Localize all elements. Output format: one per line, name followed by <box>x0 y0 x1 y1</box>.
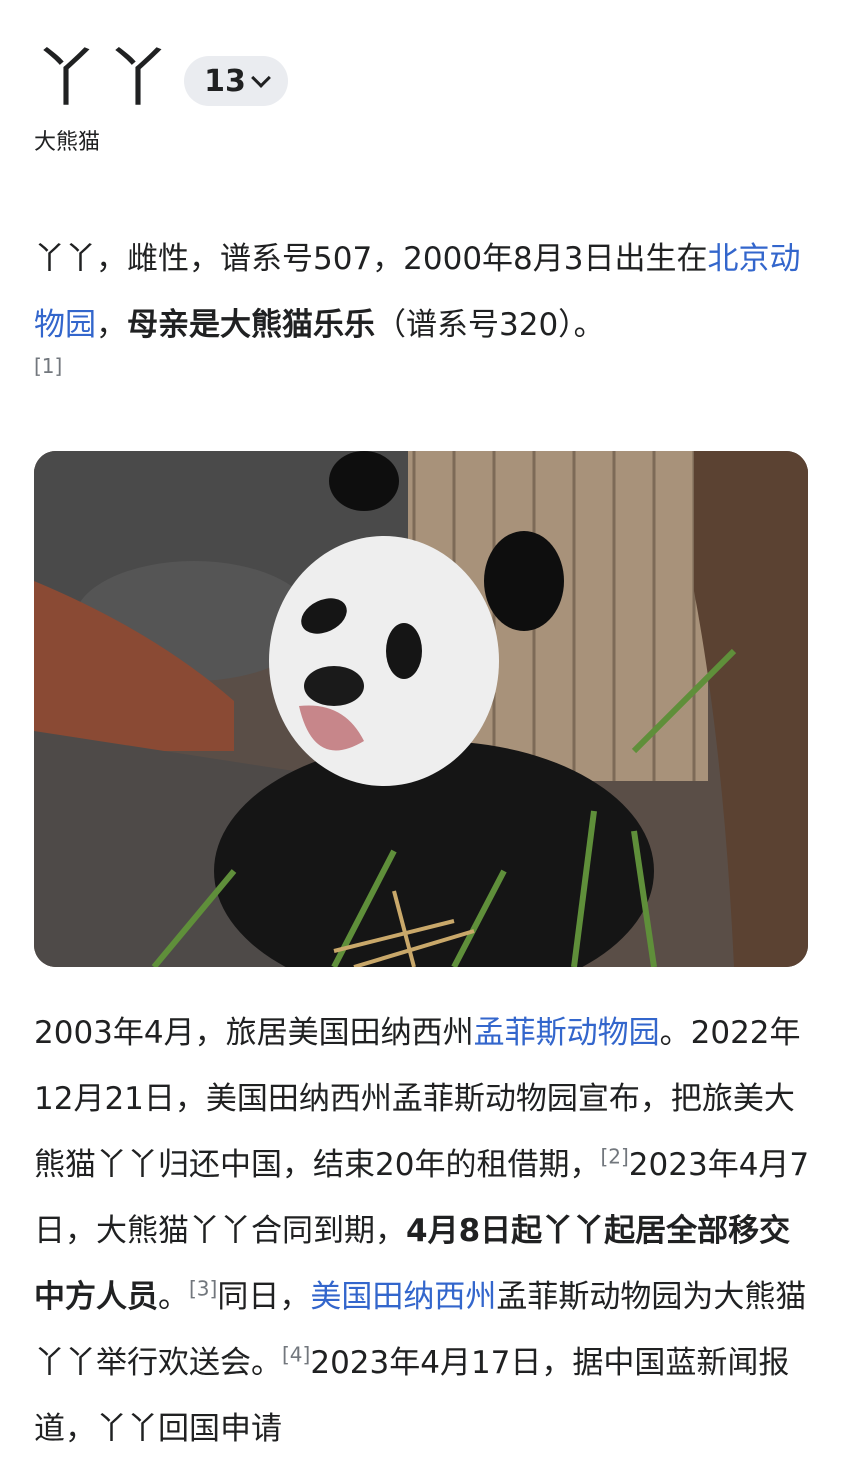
reference-3[interactable]: [3] <box>189 1277 217 1301</box>
page-subtitle: 大熊猫 <box>34 130 101 155</box>
language-count: 13 <box>204 63 246 99</box>
link-tennessee[interactable]: 美国田纳西州 <box>310 1279 496 1315</box>
intro-paragraph: 丫丫，雌性，谱系号507，2000年8月3日出生在北京动物园，母亲是大熊猫乐乐（… <box>34 226 810 380</box>
history-paragraph: 2003年4月，旅居美国田纳西州孟菲斯动物园。2022年12月21日，美国田纳西… <box>34 1000 810 1462</box>
language-count-button[interactable]: 13 <box>184 56 288 106</box>
reference-1[interactable]: [1] <box>34 352 810 380</box>
intro-text-1: 丫丫，雌性，谱系号507，2000年8月3日出生在 <box>34 241 708 277</box>
panda-illustration <box>34 451 808 967</box>
history-text-1: 2003年4月，旅居美国田纳西州 <box>34 1015 474 1051</box>
history-text-5: 同日， <box>217 1279 311 1315</box>
reference-2[interactable]: [2] <box>600 1145 628 1169</box>
intro-text-3: （谱系号320）。 <box>375 307 605 343</box>
title-row: 丫丫 13 <box>34 34 288 124</box>
history-text-4: 。 <box>158 1279 189 1315</box>
intro-bold-mother: 母亲是大熊猫乐乐 <box>127 307 375 343</box>
intro-text-2: ， <box>96 307 127 343</box>
chevron-down-icon <box>250 68 271 88</box>
link-memphis-zoo[interactable]: 孟菲斯动物园 <box>474 1015 660 1051</box>
article-page: 丫丫 13 大熊猫 丫丫，雌性，谱系号507，2000年8月3日出生在北京动物园… <box>0 0 841 1447</box>
page-title: 丫丫 <box>34 42 178 116</box>
reference-4[interactable]: [4] <box>282 1343 310 1367</box>
panda-photo[interactable] <box>34 451 808 967</box>
